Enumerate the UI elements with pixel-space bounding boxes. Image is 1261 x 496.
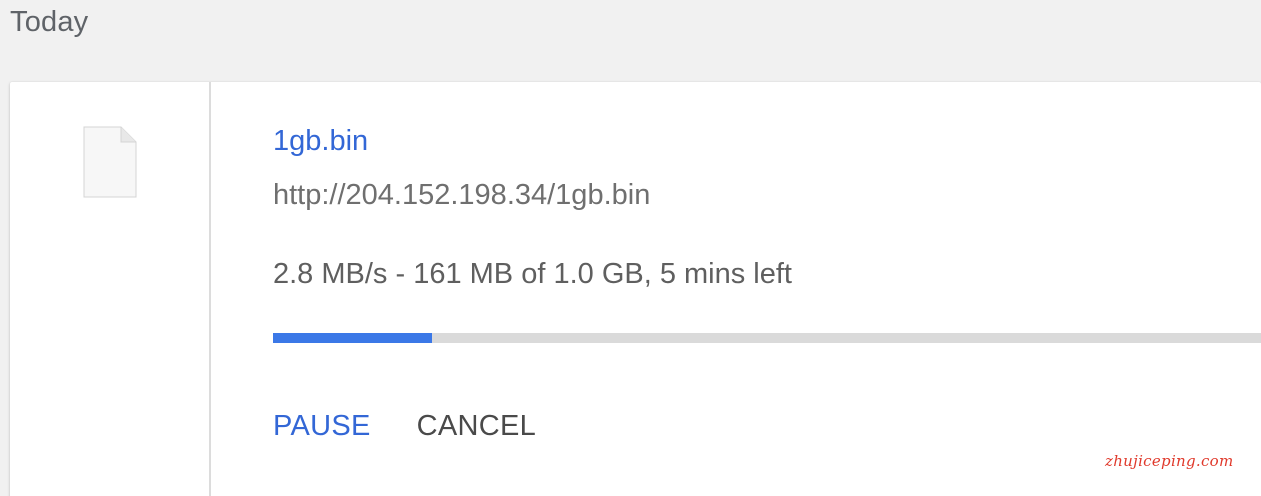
blank-file-icon <box>83 126 137 198</box>
download-status: 2.8 MB/s - 161 MB of 1.0 GB, 5 mins left <box>273 258 792 290</box>
file-icon-column <box>10 82 211 496</box>
progress-bar <box>273 333 1261 343</box>
date-section-header: Today <box>10 6 89 38</box>
downloads-page: Today 1gb.bin http://204.152.198.34/1gb.… <box>0 0 1261 496</box>
watermark-text: zhujiceping.com <box>1105 452 1234 470</box>
download-actions: PAUSE CANCEL <box>273 407 536 445</box>
download-details: 1gb.bin http://204.152.198.34/1gb.bin 2.… <box>273 82 1261 496</box>
file-url: http://204.152.198.34/1gb.bin <box>273 179 651 211</box>
file-name-link[interactable]: 1gb.bin <box>273 122 368 160</box>
progress-bar-fill <box>273 333 433 343</box>
pause-button[interactable]: PAUSE <box>273 407 371 445</box>
cancel-button[interactable]: CANCEL <box>417 407 536 445</box>
download-item-card: 1gb.bin http://204.152.198.34/1gb.bin 2.… <box>10 82 1261 496</box>
